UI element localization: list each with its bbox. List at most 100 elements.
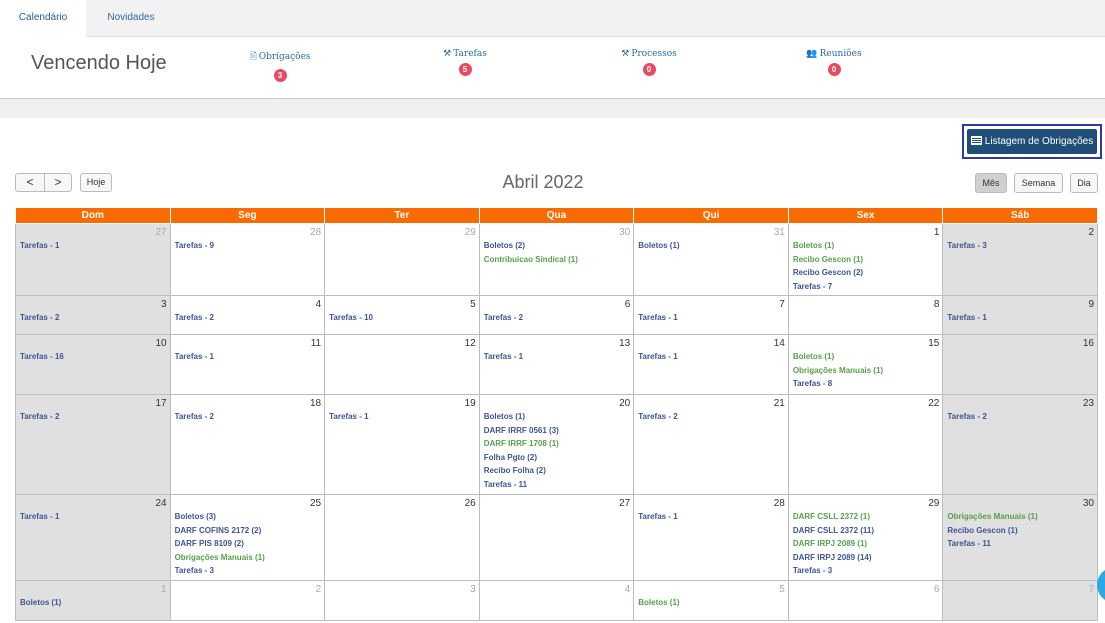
reunioes-label[interactable]: Reuniões — [820, 49, 862, 59]
calendar-event[interactable]: Tarefas - 8 — [793, 377, 939, 391]
calendar-day-cell[interactable]: 16 — [942, 334, 1098, 395]
calendar-day-cell[interactable]: 1 Boletos (1) — [15, 580, 171, 621]
calendar-day-cell[interactable]: 21 Tarefas - 2 — [633, 394, 789, 495]
prev-month-button[interactable]: < — [16, 174, 45, 191]
calendar-day-cell[interactable]: 17 Tarefas - 2 — [15, 394, 171, 495]
calendar-day-cell[interactable]: 10 Tarefas - 16 — [15, 334, 171, 395]
vencendo-reunioes[interactable]: 👥 Reuniões 0 — [789, 49, 879, 77]
calendar-event[interactable]: Recibo Gescon (2) — [793, 266, 939, 280]
tarefas-label[interactable]: Tarefas — [453, 49, 487, 59]
calendar-event[interactable]: Tarefas - 1 — [947, 311, 1093, 325]
calendar-event[interactable]: Recibo Folha (2) — [484, 464, 630, 478]
calendar-event[interactable]: Recibo Gescon (1) — [793, 253, 939, 267]
calendar-event[interactable]: DARF IRPJ 2089 (1) — [793, 537, 939, 551]
calendar-day-cell[interactable]: 24 Tarefas - 1 — [15, 494, 171, 581]
calendar-event[interactable]: Tarefas - 2 — [175, 410, 321, 424]
calendar-event[interactable]: Tarefas - 1 — [329, 410, 475, 424]
calendar-event[interactable]: Tarefas - 1 — [20, 510, 166, 524]
calendar-day-cell[interactable]: 1 Boletos (1) Recibo Gescon (1) Recibo Gesc… — [787, 223, 944, 296]
vencendo-tarefas[interactable]: ⚒ Tarefas 5 — [420, 49, 510, 77]
calendar-event[interactable]: Boletos (1) — [638, 239, 784, 253]
calendar-event[interactable]: Obrigações Manuais (1) — [175, 551, 321, 565]
listagem-obrigacoes-button[interactable]: Listagem de Obrigações — [967, 129, 1097, 154]
vencendo-processos[interactable]: ⚒ Processos 0 — [604, 49, 694, 77]
calendar-day-cell[interactable]: 19 Tarefas - 1 — [324, 394, 480, 495]
calendar-day-cell[interactable]: 31 Boletos (1) — [633, 223, 789, 296]
calendar-day-cell[interactable]: 29 — [324, 223, 480, 296]
calendar-event[interactable]: Tarefas - 10 — [329, 311, 475, 325]
view-day-button[interactable]: Dia — [1070, 173, 1098, 193]
calendar-event[interactable]: Tarefas - 2 — [175, 311, 321, 325]
next-month-button[interactable]: > — [44, 174, 72, 191]
calendar-event[interactable]: Boletos (1) — [793, 350, 939, 364]
today-button[interactable]: Hoje — [80, 173, 112, 192]
calendar-event[interactable]: Tarefas - 1 — [638, 311, 784, 325]
calendar-day-cell[interactable]: 2 Tarefas - 3 — [942, 223, 1098, 296]
calendar-event[interactable]: Tarefas - 7 — [793, 280, 939, 294]
calendar-day-cell[interactable]: 26 — [324, 494, 480, 581]
calendar-day-cell[interactable]: 18 Tarefas - 2 — [169, 394, 326, 495]
calendar-day-cell[interactable]: 7 — [942, 580, 1098, 621]
calendar-day-cell[interactable]: 13 Tarefas - 1 — [478, 334, 635, 395]
obrigacoes-label[interactable]: Obrigações — [259, 52, 311, 62]
calendar-day-cell[interactable]: 28 Tarefas - 9 — [169, 223, 326, 296]
calendar-event[interactable]: Tarefas - 2 — [20, 311, 166, 325]
calendar-event[interactable]: Tarefas - 2 — [638, 410, 784, 424]
vencendo-obrigacoes[interactable]: 🗎 Obrigações 3 — [235, 49, 325, 83]
calendar-event[interactable]: Boletos (3) — [175, 510, 321, 524]
calendar-day-cell[interactable]: 20 Boletos (1) DARF IRRF 0561 (3) DARF IRRF… — [478, 394, 635, 495]
calendar-day-cell[interactable]: 2 — [169, 580, 326, 621]
calendar-event[interactable]: Tarefas - 3 — [175, 564, 321, 578]
calendar-event[interactable]: Tarefas - 3 — [793, 564, 939, 578]
calendar-event[interactable]: Boletos (1) — [484, 410, 630, 424]
calendar-day-cell[interactable]: 3 Tarefas - 2 — [15, 295, 171, 335]
calendar-event[interactable]: Tarefas - 1 — [638, 510, 784, 524]
calendar-event[interactable]: DARF PIS 8109 (2) — [175, 537, 321, 551]
calendar-day-cell[interactable]: 11 Tarefas - 1 — [169, 334, 326, 395]
calendar-day-cell[interactable]: 6 — [787, 580, 944, 621]
calendar-day-cell[interactable]: 23 Tarefas - 2 — [942, 394, 1098, 495]
calendar-day-cell[interactable]: 15 Boletos (1) Obrigações Manuais (1) Taref… — [787, 334, 944, 395]
calendar-day-cell[interactable]: 28 Tarefas - 1 — [633, 494, 789, 581]
calendar-event[interactable]: Tarefas - 16 — [20, 350, 166, 364]
calendar-event[interactable]: Tarefas - 3 — [947, 239, 1093, 253]
calendar-event[interactable]: Obrigações Manuais (1) — [947, 510, 1093, 524]
view-week-button[interactable]: Semana — [1014, 173, 1063, 193]
calendar-event[interactable]: DARF CSLL 2372 (11) — [793, 524, 939, 538]
calendar-event[interactable]: Tarefas - 2 — [20, 410, 166, 424]
calendar-day-cell[interactable]: 6 Tarefas - 2 — [478, 295, 635, 335]
calendar-event[interactable]: Recibo Gescon (1) — [947, 524, 1093, 538]
calendar-day-cell[interactable]: 30 Obrigações Manuais (1) Recibo Gescon (1… — [942, 494, 1098, 581]
calendar-event[interactable]: Tarefas - 2 — [947, 410, 1093, 424]
calendar-day-cell[interactable]: 8 — [787, 295, 944, 335]
calendar-day-cell[interactable]: 14 Tarefas - 1 — [633, 334, 789, 395]
calendar-event[interactable]: Boletos (1) — [20, 596, 166, 610]
calendar-day-cell[interactable]: 3 — [324, 580, 480, 621]
calendar-day-cell[interactable]: 27 — [478, 494, 635, 581]
calendar-event[interactable]: Boletos (1) — [793, 239, 939, 253]
view-month-button[interactable]: Mês — [975, 173, 1007, 193]
calendar-event[interactable]: Tarefas - 11 — [484, 478, 630, 492]
calendar-day-cell[interactable]: 27 Tarefas - 1 — [15, 223, 171, 296]
calendar-day-cell[interactable]: 5 Boletos (1) — [633, 580, 789, 621]
tab-calendario[interactable]: Calendário — [0, 0, 86, 37]
calendar-event[interactable]: DARF IRRF 1708 (1) — [484, 437, 630, 451]
processos-label[interactable]: Processos — [631, 49, 676, 59]
calendar-event[interactable]: DARF COFINS 2172 (2) — [175, 524, 321, 538]
calendar-event[interactable]: Tarefas - 1 — [484, 350, 630, 364]
calendar-day-cell[interactable]: 4 Tarefas - 2 — [169, 295, 326, 335]
calendar-event[interactable]: DARF CSLL 2372 (1) — [793, 510, 939, 524]
calendar-event[interactable]: Boletos (2) — [484, 239, 630, 253]
calendar-event[interactable]: Contribuicao Sindical (1) — [484, 253, 630, 267]
calendar-day-cell[interactable]: 7 Tarefas - 1 — [633, 295, 789, 335]
calendar-event[interactable]: Obrigações Manuais (1) — [793, 364, 939, 378]
calendar-event[interactable]: Tarefas - 1 — [175, 350, 321, 364]
calendar-day-cell[interactable]: 5 Tarefas - 10 — [324, 295, 480, 335]
calendar-event[interactable]: Tarefas - 1 — [20, 239, 166, 253]
calendar-day-cell[interactable]: 12 — [324, 334, 480, 395]
calendar-event[interactable]: Folha Pgto (2) — [484, 451, 630, 465]
calendar-day-cell[interactable]: 22 — [787, 394, 944, 495]
calendar-event[interactable]: DARF IRPJ 2089 (14) — [793, 551, 939, 565]
tab-novidades[interactable]: Novidades — [86, 0, 176, 36]
calendar-day-cell[interactable]: 4 — [478, 580, 635, 621]
